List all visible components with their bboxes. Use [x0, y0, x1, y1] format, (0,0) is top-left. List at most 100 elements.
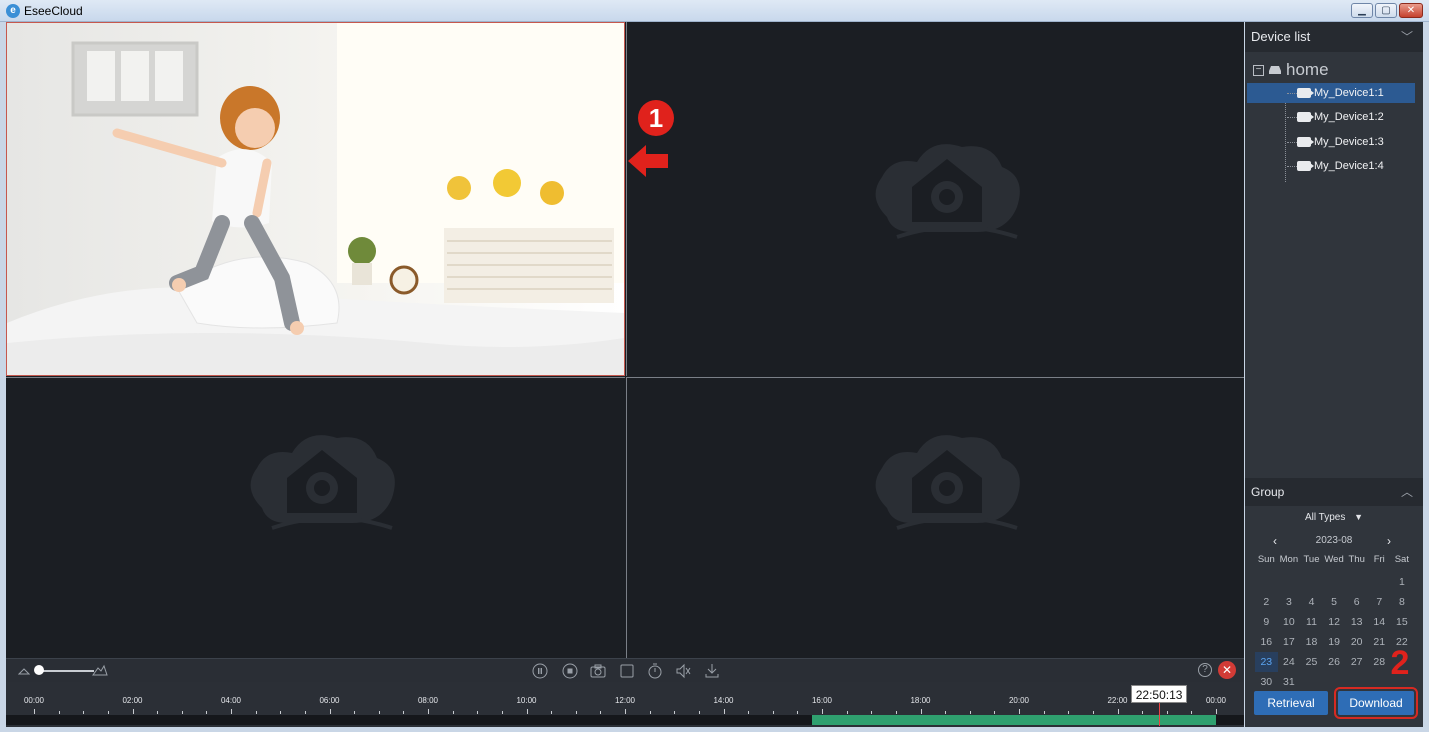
calendar-weekday: Fri	[1373, 554, 1385, 565]
calendar-weekday: Sun	[1257, 554, 1275, 565]
timeline-tick	[1191, 711, 1193, 714]
calendar-day[interactable]: 11	[1300, 612, 1323, 632]
calendar-day[interactable]: 13	[1345, 612, 1368, 632]
video-pane-4[interactable]	[626, 377, 1244, 658]
timeline-tick	[58, 711, 60, 714]
next-month-icon[interactable]: ›	[1387, 533, 1391, 549]
download-icon[interactable]	[704, 663, 720, 679]
zoom-out-icon[interactable]	[18, 664, 30, 676]
timeline-hour-label: 18:00	[910, 696, 931, 705]
timer-icon[interactable]	[647, 663, 663, 679]
minimize-icon[interactable]: ▁	[1351, 3, 1373, 18]
timeline-tick	[674, 711, 676, 714]
timeline-hour-label: 12:00	[614, 696, 636, 705]
timeline-recording-segment[interactable]	[812, 715, 1216, 725]
camera-icon	[1297, 137, 1314, 147]
calendar-day[interactable]: 30	[1255, 672, 1278, 692]
camera-icon	[1297, 88, 1314, 98]
calendar-day[interactable]: 23	[1255, 652, 1278, 672]
type-select-value: All Types	[1304, 512, 1346, 523]
calendar-day[interactable]: 12	[1323, 612, 1346, 632]
calendar-day[interactable]: 5	[1323, 592, 1346, 612]
timeline-hour-label: 14:00	[713, 696, 734, 705]
video-pane-3[interactable]	[6, 377, 625, 658]
annotation-badge-1: 1	[638, 100, 674, 136]
calendar-day[interactable]: 4	[1300, 592, 1323, 612]
playback-timeline[interactable]: 22:50:13 00:00 02:00 04:00 06:00 08:00 10:00 1…	[6, 682, 1244, 727]
zoom-in-icon[interactable]	[92, 663, 108, 677]
snapshot-icon[interactable]	[590, 663, 606, 679]
help-icon[interactable]: ?	[1198, 663, 1212, 677]
video-pane-1[interactable]	[6, 22, 625, 376]
download-button[interactable]: Download	[1334, 687, 1418, 719]
timeline-hour-label: 00:00	[1205, 696, 1227, 705]
calendar-day[interactable]: 31	[1278, 672, 1301, 692]
calendar-day[interactable]: 16	[1255, 632, 1278, 652]
fullscreen-icon[interactable]	[619, 663, 635, 679]
pause-icon[interactable]	[532, 663, 548, 679]
timeline-hour-label: 00:00	[23, 696, 45, 705]
annotation-arrow-icon	[628, 145, 668, 177]
calendar-day[interactable]: 1	[1391, 572, 1414, 592]
calendar-day[interactable]: 8	[1391, 592, 1414, 612]
calendar-day[interactable]: 14	[1368, 612, 1391, 632]
calendar-day[interactable]: 17	[1278, 632, 1301, 652]
timeline-tick	[1142, 711, 1144, 714]
calendar-day[interactable]: 25	[1300, 652, 1323, 672]
timeline-tick	[1019, 709, 1020, 714]
calendar-week-row: 1	[1255, 572, 1421, 592]
calendar-day[interactable]: 18	[1300, 632, 1323, 652]
retrieval-button[interactable]: Retrieval	[1254, 691, 1328, 715]
calendar-weekday: Tue	[1303, 554, 1320, 565]
device-item-4[interactable]: My_Device1:4	[1247, 156, 1415, 176]
calendar-day[interactable]: 7	[1368, 592, 1391, 612]
calendar-day[interactable]: 9	[1255, 612, 1278, 632]
chevron-down-icon[interactable]: ﹀	[1401, 22, 1413, 52]
calendar-day[interactable]: 19	[1323, 632, 1346, 652]
timeline-tick	[723, 709, 725, 714]
device-item-1[interactable]: My_Device1:1	[1247, 83, 1415, 103]
mute-icon[interactable]	[675, 663, 691, 679]
type-select[interactable]: All Types ▼	[1245, 512, 1423, 523]
calendar-day	[1368, 572, 1391, 592]
zoom-slider-handle[interactable]	[34, 665, 44, 675]
calendar-day[interactable]: 24	[1278, 652, 1301, 672]
timeline-tick	[329, 709, 331, 714]
collapse-icon[interactable]: −	[1253, 64, 1264, 76]
timeline-tick	[871, 711, 873, 714]
restore-icon[interactable]: ▢	[1375, 3, 1397, 18]
timeline-tick	[1092, 711, 1094, 714]
calendar-day[interactable]: 27	[1345, 652, 1368, 672]
timeline-tick	[280, 711, 282, 714]
calendar-day[interactable]: 26	[1323, 652, 1346, 672]
chevron-up-icon[interactable]: ︿	[1401, 478, 1413, 506]
timeline-tick	[304, 711, 306, 714]
nvr-device-icon	[1269, 66, 1281, 74]
calendar-day[interactable]: 3	[1278, 592, 1301, 612]
device-item-2[interactable]: My_Device1:2	[1247, 107, 1415, 127]
close-icon[interactable]: ✕	[1399, 3, 1423, 18]
calendar-day[interactable]: 10	[1278, 612, 1301, 632]
calendar-day	[1255, 572, 1278, 592]
zoom-slider-track[interactable]	[36, 670, 94, 672]
calendar-weekday: Mon	[1279, 554, 1299, 565]
window-controls: ▁ ▢ ✕	[1351, 3, 1423, 18]
close-playback-icon[interactable]: ✕	[1218, 661, 1236, 679]
video-pane-2[interactable]	[626, 22, 1244, 376]
calendar-day[interactable]: 6	[1345, 592, 1368, 612]
calendar-day[interactable]: 15	[1391, 612, 1414, 632]
timeline-tick	[920, 709, 922, 714]
tree-root-home[interactable]: − home	[1253, 60, 1329, 80]
calendar-week-row: 2345678	[1255, 592, 1421, 612]
playback-control-bar: ? ✕	[6, 658, 1244, 682]
prev-month-icon[interactable]: ‹	[1273, 533, 1277, 549]
calendar-day[interactable]: 2	[1255, 592, 1278, 612]
timeline-tick	[846, 711, 848, 714]
device-item-3[interactable]: My_Device1:3	[1247, 132, 1415, 152]
calendar-weekday: Wed	[1324, 554, 1344, 565]
device-list-header[interactable]: Device list ﹀	[1245, 22, 1423, 52]
calendar-day[interactable]: 20	[1345, 632, 1368, 652]
stop-icon[interactable]	[562, 663, 578, 679]
group-header[interactable]: Group ︿	[1245, 478, 1423, 506]
timeline-tick	[797, 711, 799, 714]
